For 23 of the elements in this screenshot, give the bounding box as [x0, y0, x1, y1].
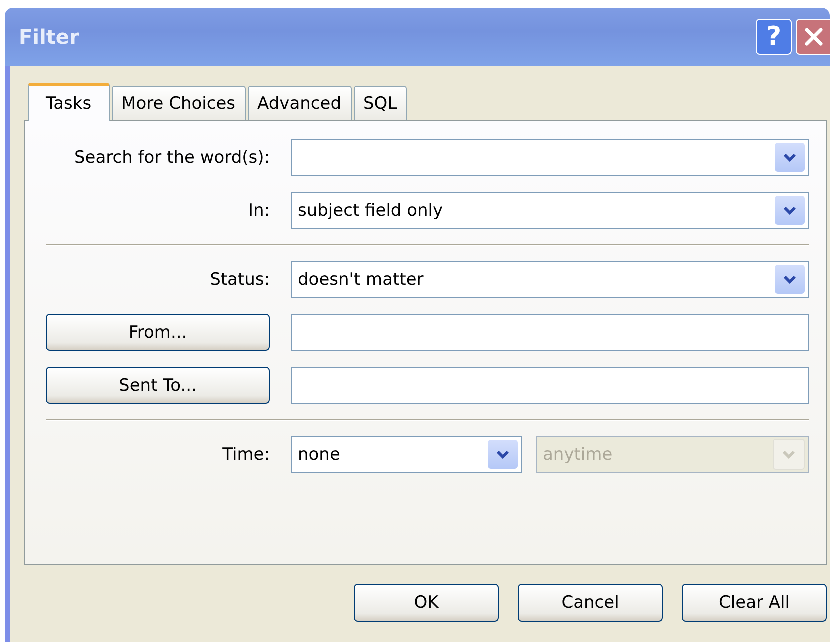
dialog-button[interactable]: Cancel: [518, 584, 663, 622]
address-button[interactable]: From...: [46, 314, 270, 351]
field-label: Status:: [209, 270, 270, 290]
tab[interactable]: Advanced: [248, 86, 352, 120]
combo-box[interactable]: subject field only: [291, 192, 809, 229]
combo-box[interactable]: doesn't matter: [291, 261, 809, 298]
close-icon: [802, 26, 824, 48]
dialog-button[interactable]: OK: [354, 584, 499, 622]
combo-box[interactable]: none: [291, 436, 522, 473]
close-button[interactable]: [796, 19, 830, 55]
field-label: Search for the word(s):: [73, 148, 270, 168]
combo-box[interactable]: [291, 139, 809, 176]
tab[interactable]: Tasks: [28, 83, 110, 121]
help-button[interactable]: ?: [756, 19, 792, 55]
window-title: Filter: [19, 25, 80, 49]
dialog-button[interactable]: Clear All: [682, 584, 827, 622]
tab[interactable]: More Choices: [112, 86, 246, 120]
tab[interactable]: SQL: [354, 86, 408, 120]
field-label: Time:: [222, 444, 270, 464]
address-button[interactable]: Sent To...: [46, 367, 270, 404]
field-label: In:: [247, 200, 270, 220]
input-field[interactable]: [291, 314, 809, 351]
input-field[interactable]: [291, 367, 809, 404]
